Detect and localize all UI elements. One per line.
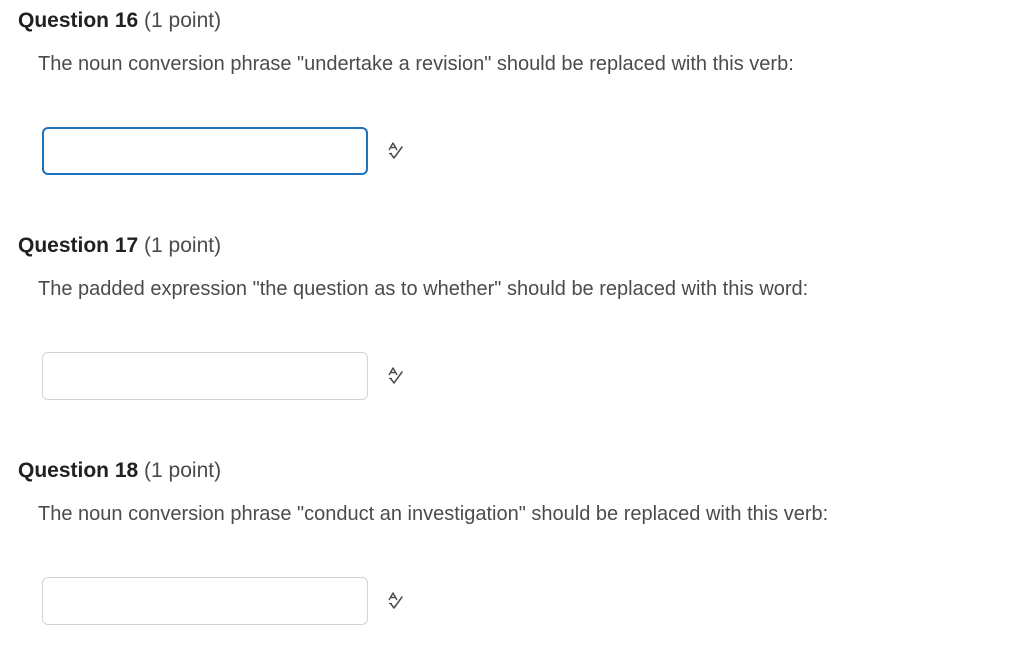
spellcheck-icon[interactable]: [386, 141, 406, 161]
question-title: Question 18: [18, 459, 139, 482]
question-prompt: The noun conversion phrase "undertake a …: [38, 53, 794, 75]
spellcheck-icon[interactable]: [386, 366, 406, 386]
question-heading: Question 18 (1 point): [18, 458, 221, 484]
answer-input[interactable]: [42, 352, 368, 400]
question-title: Question 17: [18, 234, 139, 257]
question-heading: Question 16 (1 point): [18, 8, 221, 34]
question-heading: Question 17 (1 point): [18, 233, 221, 259]
question-prompt: The padded expression "the question as t…: [38, 278, 809, 300]
question-title: Question 16: [18, 9, 139, 32]
question-points: (1 point): [144, 234, 222, 257]
question-points: (1 point): [144, 459, 222, 482]
answer-input[interactable]: [42, 127, 368, 175]
question-prompt: The noun conversion phrase "conduct an i…: [38, 503, 829, 525]
question-points: (1 point): [144, 9, 222, 32]
spellcheck-icon[interactable]: [386, 591, 406, 611]
answer-input[interactable]: [42, 577, 368, 625]
